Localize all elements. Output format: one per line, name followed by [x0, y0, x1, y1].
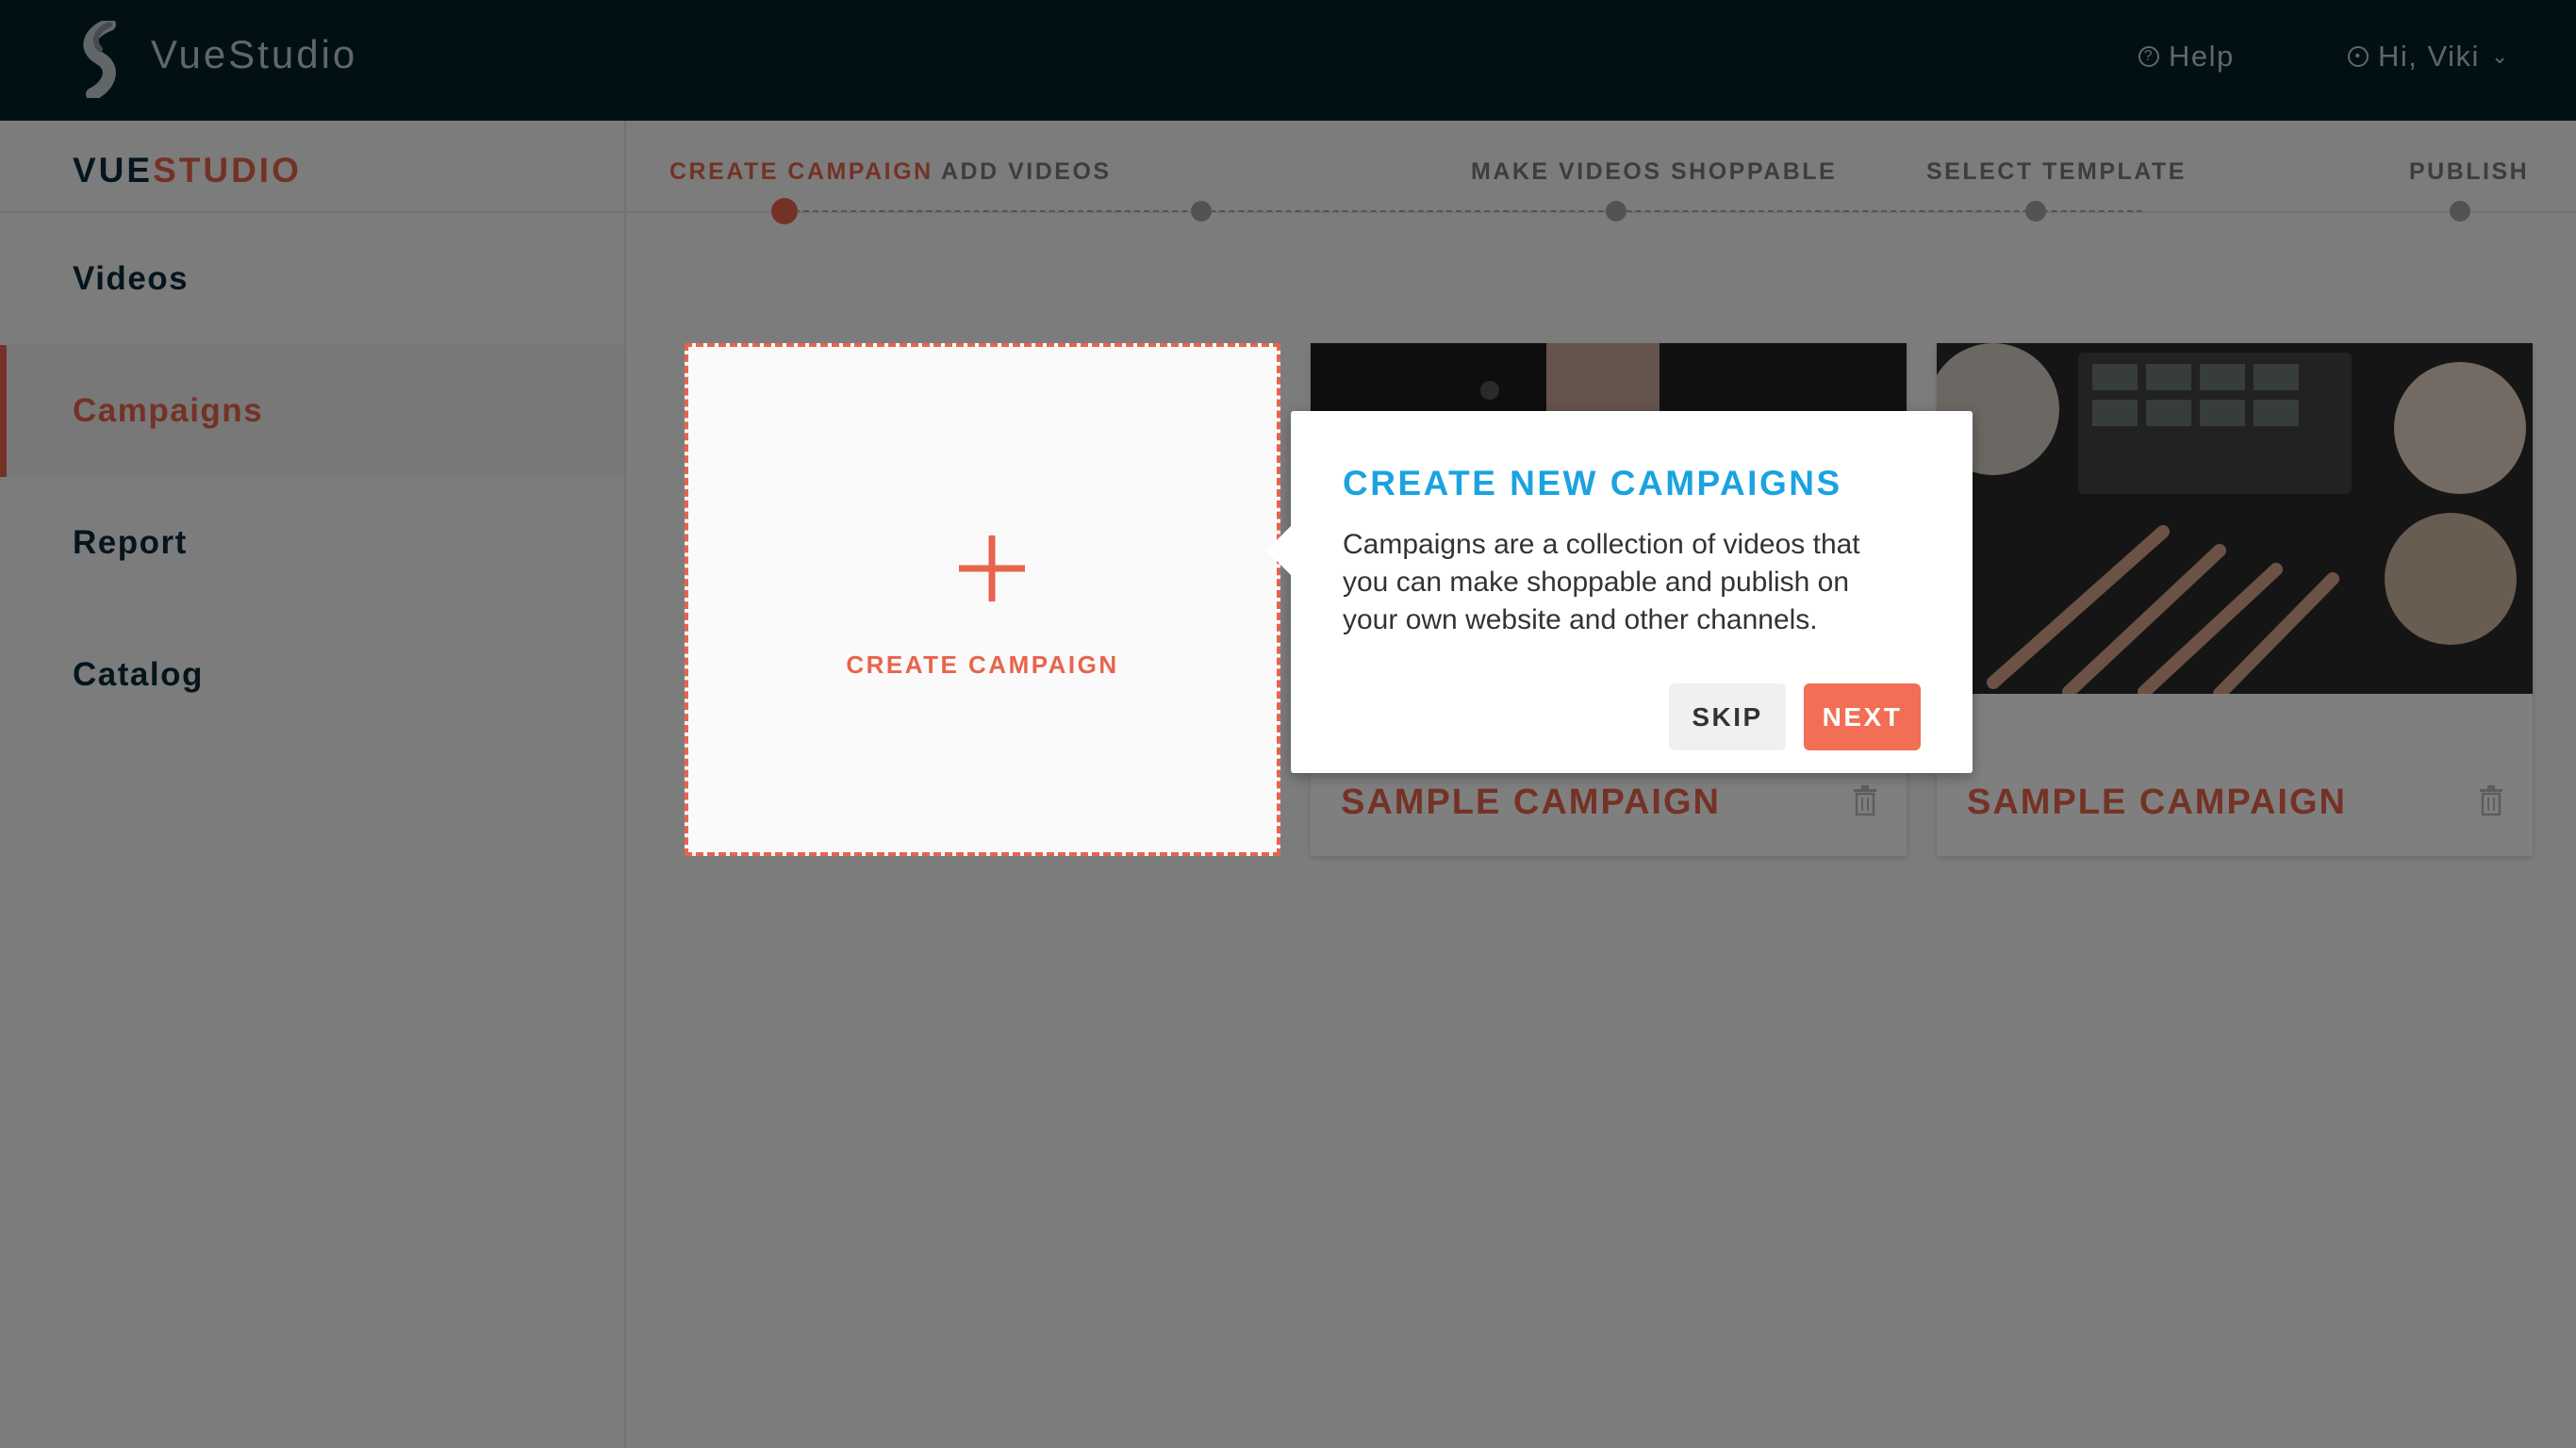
next-button[interactable]: NEXT — [1804, 683, 1921, 750]
create-campaign-label: CREATE CAMPAIGN — [846, 650, 1119, 679]
plus-icon — [959, 535, 1025, 601]
popover-title: CREATE NEW CAMPAIGNS — [1343, 464, 1842, 502]
popover-body: Campaigns are a collection of videos tha… — [1343, 529, 1860, 635]
onboarding-popover: CREATE NEW CAMPAIGNS Campaigns are a col… — [1266, 411, 1973, 773]
skip-button[interactable]: SKIP — [1669, 683, 1786, 750]
create-campaign-card[interactable]: CREATE CAMPAIGN — [685, 343, 1280, 856]
onboarding-overlay — [0, 0, 2576, 1448]
